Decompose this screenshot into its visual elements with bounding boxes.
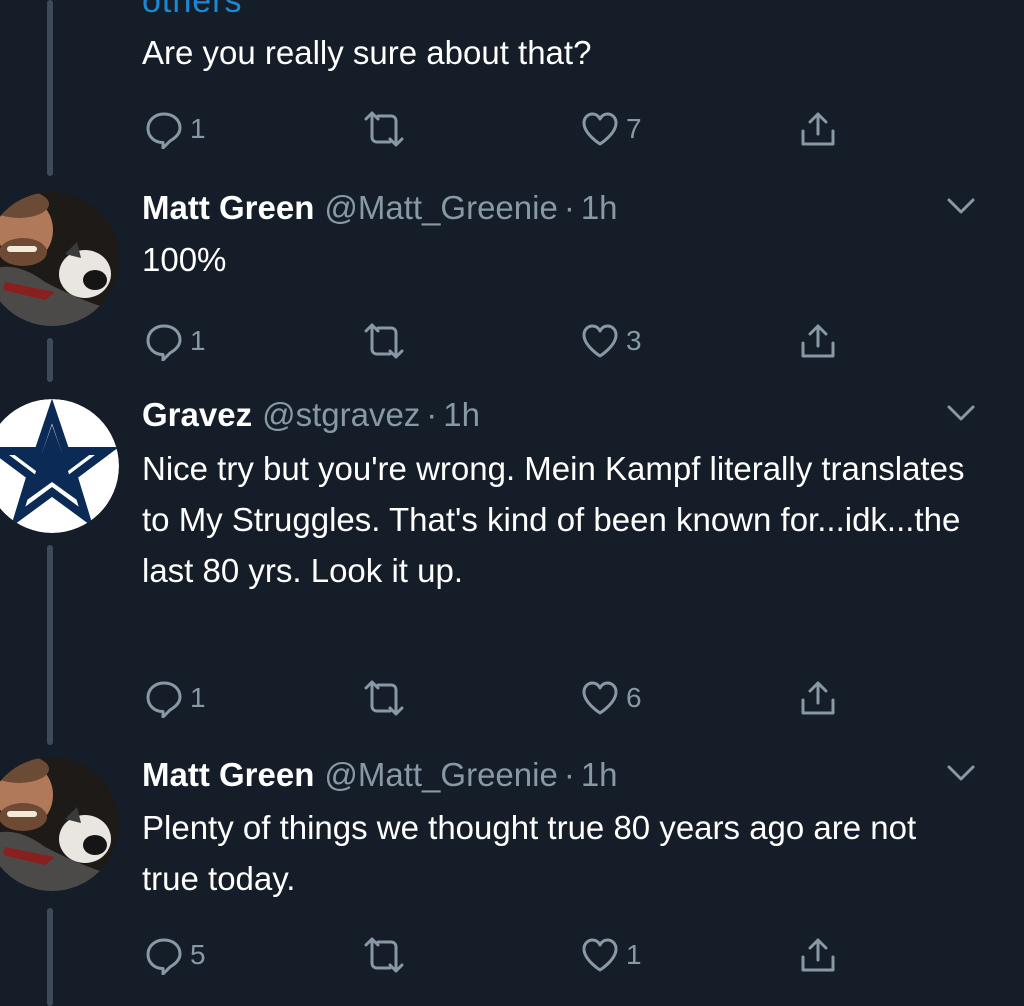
separator-dot: · (563, 756, 575, 793)
tweet-text: Are you really sure about that? (142, 34, 592, 71)
like-count: 3 (626, 325, 642, 356)
separator-dot: · (426, 396, 438, 433)
retweet-button[interactable] (360, 930, 408, 980)
share-icon (798, 935, 838, 975)
share-icon (798, 109, 838, 149)
like-button[interactable]: 1 (580, 930, 642, 980)
retweet-icon (360, 109, 408, 149)
tweet-actions: 1 6 (0, 673, 1024, 723)
like-count: 6 (626, 682, 642, 713)
reply-button[interactable]: 5 (144, 930, 206, 980)
retweet-button[interactable] (360, 316, 408, 366)
like-button[interactable]: 3 (580, 316, 642, 366)
retweet-icon (360, 321, 408, 361)
share-button[interactable] (798, 673, 838, 723)
tweet-actions: 1 3 (0, 316, 1024, 366)
display-name[interactable]: Matt Green (142, 756, 314, 793)
reply-icon (144, 109, 184, 149)
reply-icon (144, 935, 184, 975)
reply-button[interactable]: 1 (144, 104, 206, 154)
heart-icon (580, 935, 620, 975)
tweet-text: Plenty of things we thought true 80 year… (142, 809, 917, 897)
tweet-header: Gravez @stgravez · 1h (142, 395, 480, 435)
heart-icon (580, 678, 620, 718)
heart-icon (580, 109, 620, 149)
tweet[interactable]: Matt Green @Matt_Greenie · 1h 100% 1 3 (0, 188, 1024, 368)
tweet-text: 100% (142, 241, 227, 278)
heart-icon (580, 321, 620, 361)
avatar-image (0, 757, 119, 891)
share-button[interactable] (798, 316, 838, 366)
tweet-header: Matt Green @Matt_Greenie · 1h (142, 188, 618, 228)
like-button[interactable]: 6 (580, 673, 642, 723)
share-icon (798, 321, 838, 361)
reply-count: 1 (190, 113, 206, 144)
retweet-button[interactable] (360, 104, 408, 154)
reply-count: 1 (190, 682, 206, 713)
separator-dot: · (563, 189, 575, 226)
chevron-down-icon (946, 403, 976, 423)
chevron-down-icon (946, 196, 976, 216)
timestamp[interactable]: 1h (581, 189, 618, 226)
reply-icon (144, 678, 184, 718)
display-name[interactable]: Matt Green (142, 189, 314, 226)
tweet-text: Nice try but you're wrong. Mein Kampf li… (142, 450, 965, 589)
reply-count: 1 (190, 325, 206, 356)
tweet-actions: 1 7 (0, 104, 1024, 154)
reply-button[interactable]: 1 (144, 316, 206, 366)
avatar-image (0, 192, 119, 326)
tweet[interactable]: Gravez @stgravez · 1h Nice try but you're w… (0, 395, 1024, 730)
like-count: 1 (626, 939, 642, 970)
timestamp[interactable]: 1h (581, 756, 618, 793)
avatar-image (0, 399, 119, 533)
avatar[interactable] (0, 399, 119, 533)
chevron-down-icon (946, 763, 976, 783)
avatar[interactable] (0, 192, 119, 326)
retweet-button[interactable] (360, 673, 408, 723)
tweet-thread: others Are you really sure about that? 1… (0, 0, 1024, 1006)
tweet[interactable]: Matt Green @Matt_Greenie · 1h Plenty of thi… (0, 755, 1024, 1000)
user-handle[interactable]: @Matt_Greenie (324, 189, 557, 226)
more-options-button[interactable] (946, 763, 976, 783)
retweet-icon (360, 678, 408, 718)
timestamp[interactable]: 1h (443, 396, 480, 433)
like-count: 7 (626, 113, 642, 144)
share-button[interactable] (798, 104, 838, 154)
user-handle[interactable]: @Matt_Greenie (324, 756, 557, 793)
reply-button[interactable]: 1 (144, 673, 206, 723)
reply-count: 5 (190, 939, 206, 970)
truncated-link[interactable]: others (142, 0, 243, 21)
avatar[interactable] (0, 757, 119, 891)
like-button[interactable]: 7 (580, 104, 642, 154)
more-options-button[interactable] (946, 403, 976, 423)
share-button[interactable] (798, 930, 838, 980)
user-handle[interactable]: @stgravez (262, 396, 420, 433)
tweet-header: Matt Green @Matt_Greenie · 1h (142, 755, 618, 795)
share-icon (798, 678, 838, 718)
retweet-icon (360, 935, 408, 975)
tweet-actions: 5 1 (0, 930, 1024, 980)
reply-icon (144, 321, 184, 361)
display-name[interactable]: Gravez (142, 396, 252, 433)
more-options-button[interactable] (946, 196, 976, 216)
